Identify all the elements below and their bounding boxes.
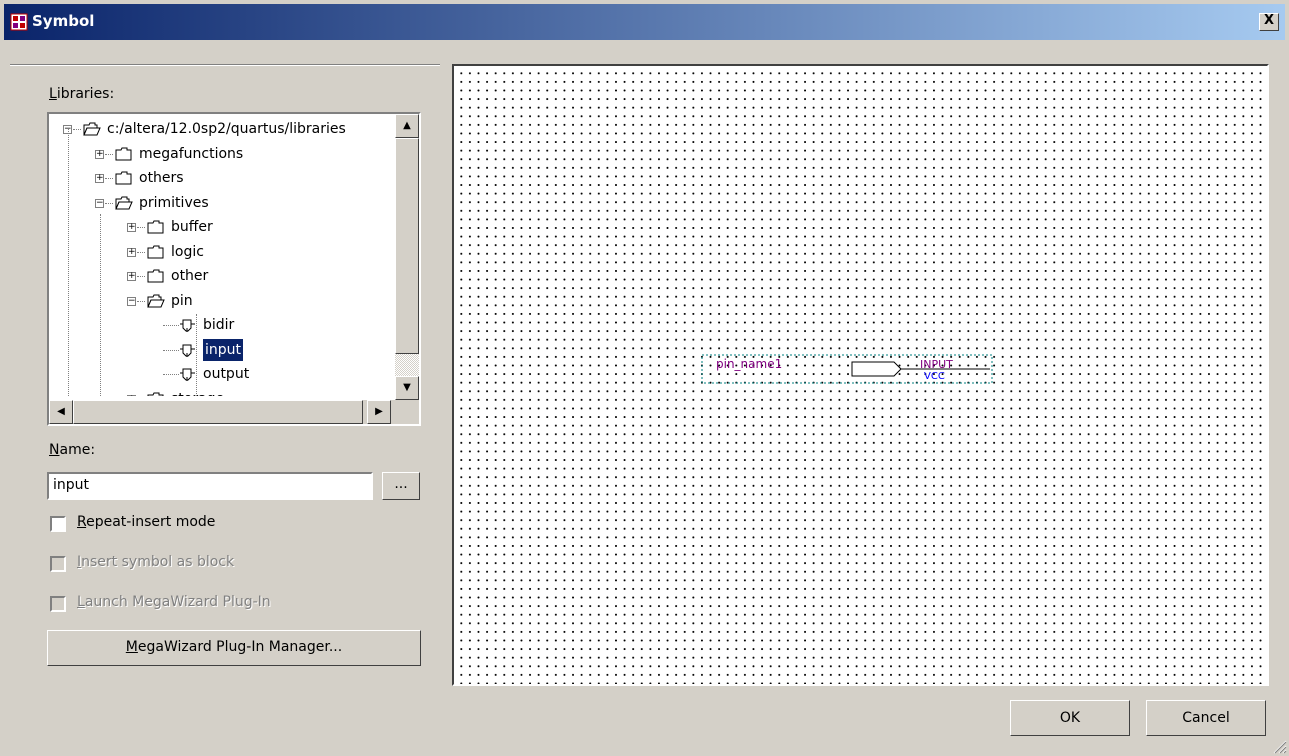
expand-icon[interactable]: + — [95, 149, 104, 159]
symbol-dialog: Symbol X Libraries: − c:/altera/12.0sp2/q… — [0, 0, 1289, 756]
scroll-thumb[interactable] — [395, 138, 419, 354]
libraries-tree-items: − c:/altera/12.0sp2/quartus/libraries + meg… — [49, 114, 395, 396]
scroll-down-button[interactable]: ▼ — [395, 376, 419, 400]
tree-node[interactable]: + others — [49, 167, 395, 189]
tree-node-label[interactable]: megafunctions — [139, 143, 243, 165]
tree-node-label[interactable]: output — [203, 363, 249, 385]
repeat-insert-checkbox[interactable] — [50, 516, 66, 532]
insert-block-checkbox[interactable] — [50, 556, 66, 572]
expand-icon[interactable]: + — [127, 394, 136, 396]
input-pin-shape — [851, 361, 902, 377]
pin-symbol-icon — [180, 344, 195, 357]
libraries-label: Libraries: — [49, 86, 115, 102]
folder-icon — [115, 147, 132, 160]
tree-connector — [105, 153, 113, 155]
libraries-tree[interactable]: − c:/altera/12.0sp2/quartus/libraries + meg… — [47, 112, 421, 426]
scroll-right-button[interactable]: ▶ — [367, 400, 391, 424]
scroll-left-button[interactable]: ◀ — [49, 400, 73, 424]
tree-node[interactable]: − c:/altera/12.0sp2/quartus/libraries — [49, 118, 395, 140]
tree-connector — [137, 276, 145, 277]
tree-connector — [73, 129, 81, 130]
tree-node-label[interactable]: bidir — [203, 314, 234, 336]
name-input[interactable]: input — [47, 472, 373, 500]
pin-symbol-icon — [180, 319, 195, 332]
cancel-button[interactable]: Cancel — [1146, 700, 1266, 736]
folder-open-icon — [147, 294, 165, 307]
folder-icon — [147, 220, 164, 234]
insert-block-label: Insert symbol as block — [77, 554, 235, 570]
tree-node-label[interactable]: storage — [171, 388, 224, 397]
tree-connector — [163, 349, 179, 351]
repeat-insert-label[interactable]: Repeat-insert mode — [77, 514, 215, 530]
folder-open-icon — [115, 196, 133, 209]
arrow-right-icon: ▶ — [375, 406, 383, 417]
folder-icon — [147, 269, 164, 283]
folder-open-icon — [83, 122, 101, 136]
tree-node-label[interactable]: input — [201, 337, 245, 362]
tree-node-label[interactable]: c:/altera/12.0sp2/quartus/libraries — [107, 118, 346, 140]
tree-connector — [163, 374, 179, 375]
name-label: Name: — [49, 442, 96, 458]
folder-icon — [147, 245, 164, 258]
folder-icon — [115, 171, 132, 185]
symbol-app-icon — [10, 13, 28, 31]
close-icon: X — [1263, 13, 1275, 28]
expand-icon[interactable]: + — [127, 272, 136, 281]
launch-megawizard-checkbox[interactable] — [50, 596, 66, 612]
tree-connector — [105, 202, 113, 204]
collapse-icon[interactable]: − — [127, 296, 136, 306]
tree-connector — [137, 251, 145, 253]
pin-symbol-icon — [180, 368, 195, 381]
tree-connector — [105, 178, 113, 179]
symbol-preview-canvas[interactable]: pin_name1 INPUT VCC — [452, 64, 1269, 686]
expand-icon[interactable]: + — [95, 174, 104, 183]
tree-horizontal-scrollbar[interactable]: ◀ ▶ — [49, 400, 395, 424]
tree-node-label[interactable]: buffer — [171, 216, 213, 238]
browse-button[interactable]: ... — [382, 472, 420, 500]
expand-icon[interactable]: + — [127, 223, 136, 232]
resize-grip-icon[interactable] — [1271, 738, 1287, 754]
tree-node-label[interactable]: pin — [171, 290, 193, 312]
tree-guide-line — [196, 314, 197, 396]
pin-symbol-preview: pin_name1 INPUT VCC — [701, 354, 993, 384]
scroll-up-button[interactable]: ▲ — [395, 114, 419, 138]
tree-guide-line — [68, 129, 69, 396]
libraries-separator — [10, 64, 440, 66]
launch-megawizard-label: Launch MegaWizard Plug-In — [77, 594, 271, 610]
collapse-icon[interactable]: − — [95, 198, 104, 208]
tree-vertical-scrollbar[interactable]: ▲ ▼ — [395, 114, 419, 400]
arrow-up-icon: ▲ — [403, 120, 411, 131]
pin-type-text: INPUT — [920, 358, 953, 371]
megawizard-manager-button[interactable]: MegaWizard Plug-In Manager... — [47, 630, 421, 666]
tree-connector — [137, 300, 145, 302]
tree-guide-line — [100, 214, 101, 396]
tree-node[interactable]: − primitives — [49, 192, 395, 214]
tree-node-label[interactable]: primitives — [139, 192, 209, 214]
pin-name-text: pin_name1 — [716, 357, 782, 371]
folder-icon — [147, 392, 164, 396]
horizontal-scroll-thumb[interactable] — [73, 400, 363, 424]
tree-connector — [137, 227, 145, 228]
close-button[interactable]: X — [1259, 13, 1279, 31]
arrow-down-icon: ▼ — [403, 382, 411, 393]
window-title: Symbol — [32, 12, 95, 30]
tree-node-label[interactable]: other — [171, 265, 208, 287]
pin-default-text: VCC — [924, 371, 945, 382]
tree-connector — [163, 325, 179, 326]
tree-node-label[interactable]: others — [139, 167, 184, 189]
scrollbar-corner — [395, 400, 419, 424]
title-bar[interactable]: Symbol X — [4, 4, 1285, 40]
expand-icon[interactable]: + — [127, 247, 136, 257]
arrow-left-icon: ◀ — [57, 406, 65, 417]
ok-button[interactable]: OK — [1010, 700, 1130, 736]
tree-node[interactable]: + megafunctions — [49, 143, 395, 165]
tree-node-label[interactable]: logic — [171, 241, 204, 263]
